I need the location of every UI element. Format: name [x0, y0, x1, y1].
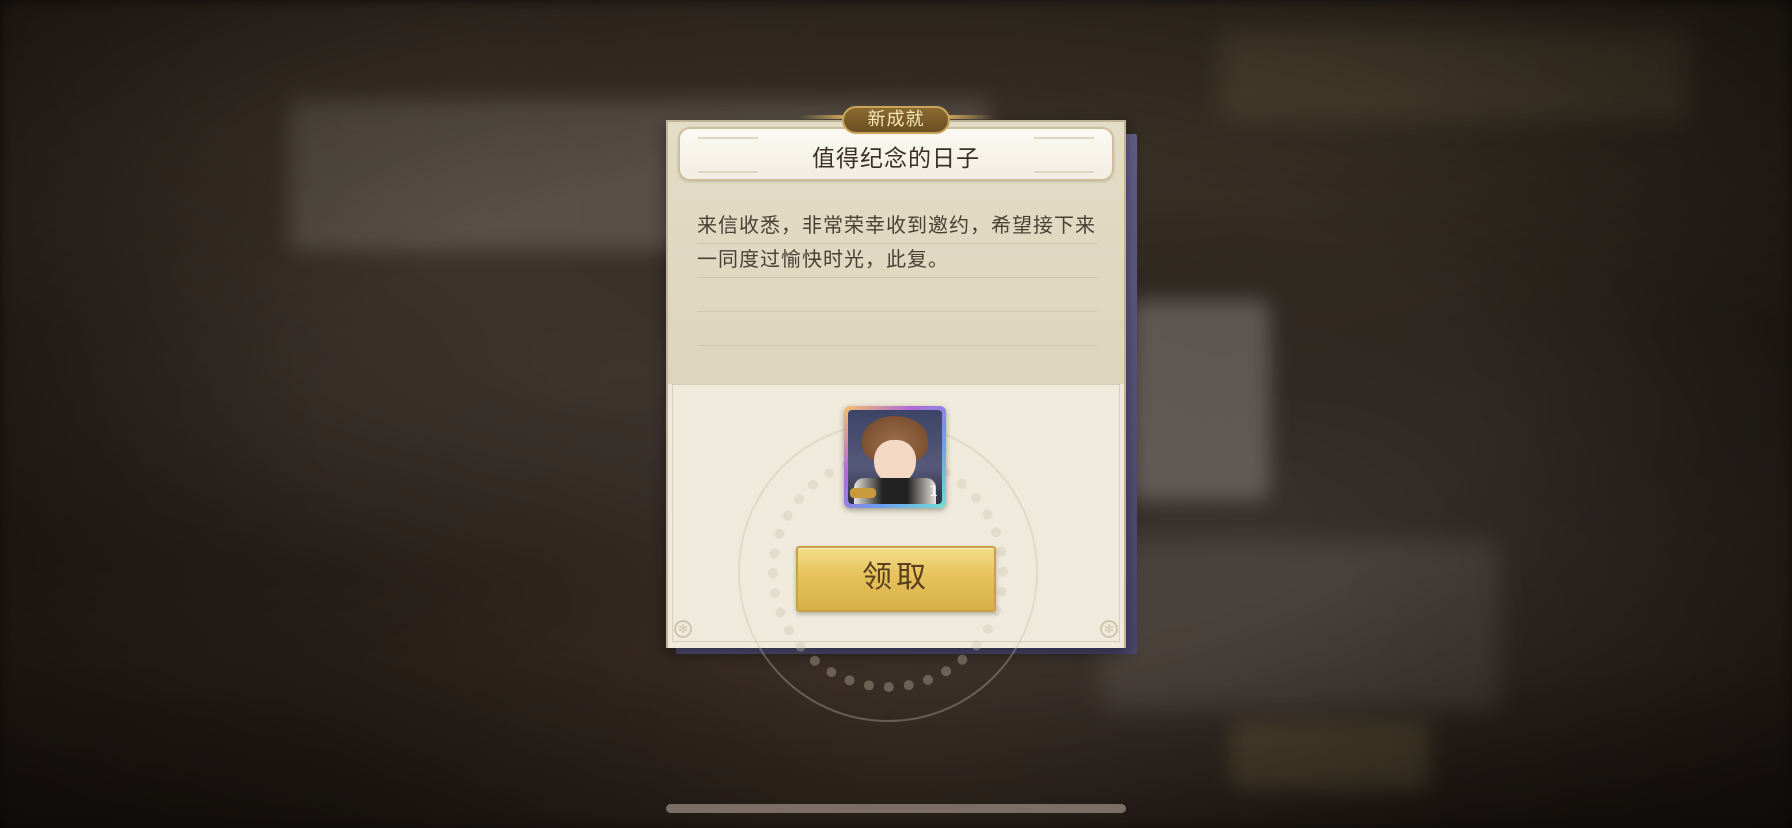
badge-wing-ornament	[800, 115, 844, 119]
corner-ornament-icon: ✻	[674, 620, 692, 638]
reward-count: 1	[929, 484, 938, 500]
ruled-line	[697, 277, 1097, 278]
portrait-art: 1	[848, 410, 942, 504]
ruled-line	[697, 311, 1097, 312]
ruled-line	[697, 243, 1097, 244]
new-achievement-badge: 新成就	[842, 106, 950, 134]
character-portrait-icon[interactable]: 1	[844, 406, 946, 508]
corner-ornament-icon: ✻	[1100, 620, 1118, 638]
achievement-title: 值得纪念的日子	[812, 146, 980, 172]
badge-wing-ornament	[948, 115, 992, 119]
ruled-line	[697, 345, 1097, 346]
home-indicator[interactable]	[666, 804, 1126, 813]
portrait-trim	[850, 488, 876, 498]
letter-line: 一同度过愉快时光，此复。	[697, 247, 949, 271]
title-banner: 值得纪念的日子	[678, 127, 1114, 181]
letter-line: 来信收悉，非常荣幸收到邀约，希望接下来	[697, 213, 1096, 237]
claim-button[interactable]: 领取	[796, 546, 996, 612]
letter-text: 来信收悉，非常荣幸收到邀约，希望接下来 一同度过愉快时光，此复。	[697, 208, 1102, 276]
game-screen: ✻ ✻ 值得纪念的日子 新成就 来信收悉，非常荣幸收到邀约，希望接下来 一同度过…	[0, 0, 1792, 828]
